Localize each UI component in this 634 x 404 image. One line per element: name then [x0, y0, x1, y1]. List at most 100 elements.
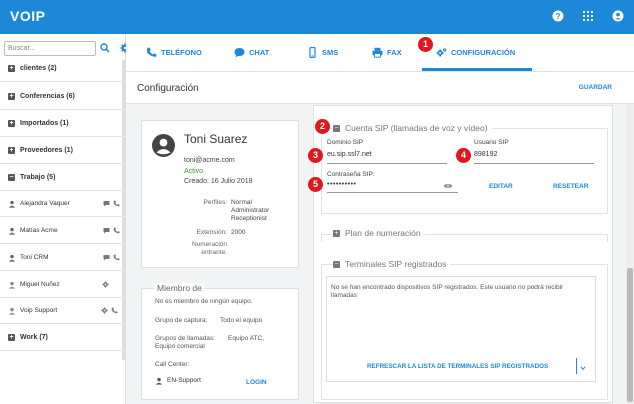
chat-icon[interactable]: [103, 227, 110, 234]
contact-voip-support[interactable]: Voip Support: [0, 298, 126, 324]
sip-password-underline: [327, 192, 458, 193]
profile-card: Toni Suarez toni@acme.com Activo Creado:…: [141, 120, 299, 268]
user-icon: [8, 281, 16, 289]
callout-marker-3: 3: [308, 148, 323, 163]
collapse-icon: −: [8, 174, 15, 181]
save-button[interactable]: GUARDAR: [579, 84, 612, 91]
group-clientes[interactable]: + clientes (2): [0, 56, 126, 82]
eye-icon[interactable]: [443, 181, 453, 193]
expand-icon: +: [8, 120, 15, 127]
svg-text:?: ?: [556, 12, 561, 21]
chat-icon[interactable]: [103, 254, 110, 261]
group-contact-icon: [155, 377, 163, 385]
call-center-value: EN-Support: [167, 377, 201, 384]
contact-matias-acme[interactable]: Matías Acme: [0, 218, 126, 244]
help-icon[interactable]: ?: [552, 10, 564, 22]
collapse-icon: −: [333, 124, 340, 132]
group-conferencias[interactable]: + Conferencias (6): [0, 84, 126, 110]
numbering-plan-header[interactable]: + Plan de numeración: [333, 228, 425, 238]
group-work[interactable]: + Work (7): [0, 325, 126, 351]
call-groups-label: Grupos de llamadas: Equipo comercial: [155, 335, 215, 350]
call-groups-value: Equipo ATC,: [228, 335, 265, 342]
profile-email: toni@acme.com: [184, 157, 235, 164]
extension-label: Extensión:: [196, 229, 227, 236]
collapse-icon: −: [333, 260, 340, 268]
tab-fax[interactable]: FAX: [372, 47, 402, 58]
search-input[interactable]: [4, 40, 96, 56]
page-title: Configuración: [137, 83, 199, 94]
main-tabs: TELÉFONO CHAT SMS FAX CONFIGURACIÓN: [126, 34, 634, 72]
tab-chat[interactable]: CHAT: [234, 47, 269, 58]
incoming-number-label: Numeración entrante:: [191, 241, 227, 256]
expand-icon: +: [333, 229, 340, 237]
sip-domain-field[interactable]: eu.sip.ssl7.net: [327, 151, 372, 158]
extension-value: 2000: [231, 229, 246, 236]
search-icon[interactable]: [100, 43, 110, 54]
profile-created-date: Creado: 16 Julio 2018: [184, 178, 253, 185]
group-importados[interactable]: + Importados (1): [0, 111, 126, 137]
profile-name: Toni Suarez: [184, 132, 248, 146]
printer-icon: [372, 47, 383, 58]
gear-icon[interactable]: [101, 307, 108, 314]
expand-icon: +: [8, 147, 15, 154]
callout-marker-1: 1: [418, 37, 433, 52]
phone-icon[interactable]: [113, 227, 120, 234]
brand-logo: VOIP: [10, 8, 46, 24]
contact-toni-crm[interactable]: Toni CRM: [0, 245, 126, 271]
sip-terminals-header[interactable]: − Terminales SIP registrados: [333, 259, 451, 269]
member-of-legend: Miembro de: [154, 283, 205, 293]
login-button[interactable]: LOGIN: [246, 379, 267, 386]
phone-icon[interactable]: [113, 200, 120, 207]
profiles-label: Perfiles:: [203, 199, 227, 206]
terminals-empty-text: No se han encontrado dispositivos SIP re…: [331, 284, 564, 299]
sip-domain-label: Dominio SIP: [327, 139, 364, 146]
split-divider: [576, 358, 577, 374]
profiles-value: Normal Administrator Receptionist: [231, 199, 270, 222]
edit-button[interactable]: EDITAR: [489, 183, 513, 190]
gears-icon: [436, 48, 447, 57]
callout-marker-2: 2: [315, 119, 330, 134]
phone-icon[interactable]: [113, 254, 120, 261]
account-icon[interactable]: [612, 10, 624, 22]
callout-marker-5: 5: [308, 177, 323, 192]
expand-icon: +: [8, 93, 15, 100]
avatar: [152, 134, 175, 157]
user-icon: [8, 307, 16, 315]
phone-icon: [146, 47, 157, 57]
call-center-label: Call Center:: [155, 361, 190, 368]
member-of-card: No es miembro de ningún equipo. Grupo de…: [141, 288, 299, 400]
group-trabajo[interactable]: − Trabajo (5): [0, 165, 126, 191]
tab-configuracion[interactable]: CONFIGURACIÓN: [436, 47, 515, 58]
chevron-down-icon[interactable]: [580, 364, 586, 370]
contact-miguel-nunez[interactable]: Miguel Nuñez: [0, 272, 126, 298]
group-contact-icon: [8, 200, 16, 208]
apps-grid-icon[interactable]: [582, 10, 594, 22]
content-scrollbar-thumb[interactable]: [627, 268, 633, 402]
mobile-icon: [309, 47, 316, 58]
sip-user-label: Usuario SIP: [474, 139, 509, 146]
sip-user-field[interactable]: 898192: [474, 151, 497, 158]
phone-icon[interactable]: [111, 307, 118, 314]
call-center-item: EN-Support: [155, 377, 201, 385]
reset-button[interactable]: RESETEAR: [553, 183, 588, 190]
top-bar: VOIP ?: [0, 0, 634, 34]
refresh-terminals-button[interactable]: REFRESCAR LA LISTA DE TERMINALES SIP REG…: [367, 363, 548, 370]
contact-alejandra-vaquer[interactable]: Alejandra Vaquer: [0, 191, 126, 217]
gear-icon[interactable]: [102, 281, 109, 288]
sip-password-field[interactable]: ••••••••••: [327, 181, 357, 188]
tab-sms[interactable]: SMS: [307, 47, 338, 58]
page-header: Configuración GUARDAR: [126, 72, 634, 104]
active-tab-indicator: [422, 68, 532, 71]
group-proveedores[interactable]: + Proveedores (1): [0, 138, 126, 164]
sip-domain-underline: [327, 163, 447, 164]
sip-account-header[interactable]: − Cuenta SIP (llamadas de voz y vídeo): [333, 123, 492, 133]
sip-password-label: Contraseña SIP:: [327, 171, 375, 178]
sip-user-underline: [474, 163, 594, 164]
chat-icon: [234, 48, 245, 58]
tab-telefono[interactable]: TELÉFONO: [146, 47, 202, 58]
capture-group-value: Todo el equipo: [220, 317, 263, 324]
chat-icon[interactable]: [103, 200, 110, 207]
expand-icon: +: [8, 65, 15, 72]
group-contact-icon: [8, 254, 16, 262]
status-badge: Activo: [184, 168, 204, 175]
